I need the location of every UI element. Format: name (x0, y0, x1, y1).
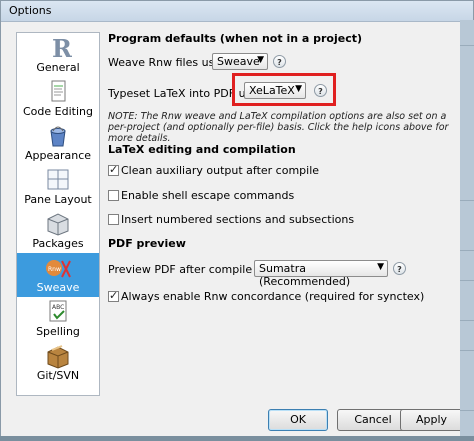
package-box-icon (47, 213, 69, 236)
paint-bucket-icon (50, 126, 66, 147)
sidebar-item-label: Code Editing (23, 105, 93, 118)
pane-layout-icon (47, 169, 69, 190)
latex-heading: LaTeX editing and compilation (108, 143, 296, 156)
ok-button[interactable]: OK (268, 409, 328, 431)
spelling-abc-icon: ABC (49, 300, 67, 322)
title-bar: Options (1, 1, 473, 22)
options-dialog: Options R General Code Editing Appearanc… (0, 0, 474, 441)
program-defaults-heading: Program defaults (when not in a project) (108, 32, 363, 45)
svg-text:ABC: ABC (52, 304, 64, 311)
chevron-down-icon: ▼ (257, 55, 264, 65)
svg-text:Rnw: Rnw (48, 266, 61, 273)
apply-button[interactable]: Apply (400, 409, 463, 431)
sidebar-item-label: Appearance (24, 149, 92, 162)
per-project-note: NOTE: The Rnw weave and LaTeX compilatio… (108, 111, 449, 144)
clean-aux-checkbox[interactable] (108, 163, 119, 176)
window-title: Options (9, 4, 52, 17)
weave-select[interactable]: Sweave ▼ (212, 53, 268, 70)
sidebar-item-pane-layout[interactable]: Pane Layout (17, 165, 99, 209)
highlight-annotation-box (232, 73, 336, 106)
sidebar-item-packages[interactable]: Packages (17, 209, 99, 253)
r-logo-icon: R (52, 35, 72, 61)
sweave-icon: Rnw (46, 260, 71, 278)
sidebar-item-git-svn[interactable]: Git/SVN (17, 341, 99, 385)
background-window-strip (460, 20, 474, 441)
numbered-sections-label: Insert numbered sections and subsections (121, 213, 355, 226)
sidebar-item-label: Sweave (36, 281, 80, 294)
background-taskbar-strip (0, 436, 474, 441)
sidebar-item-label: Packages (32, 237, 84, 250)
weave-help-icon[interactable]: ? (273, 55, 286, 68)
shell-escape-label: Enable shell escape commands (121, 189, 295, 202)
clean-aux-label: Clean auxiliary output after compile (121, 164, 320, 177)
preview-pdf-select-value: Sumatra (Recommended) (259, 262, 351, 288)
document-icon (51, 80, 66, 102)
cancel-button[interactable]: Cancel (337, 409, 409, 431)
sidebar-item-appearance[interactable]: Appearance (17, 121, 99, 165)
sidebar-item-label: General (36, 61, 80, 74)
preview-pdf-select[interactable]: Sumatra (Recommended) ▼ (254, 260, 388, 288)
pdf-preview-heading: PDF preview (108, 237, 186, 250)
shell-escape-checkbox[interactable] (108, 190, 119, 201)
sidebar-item-label: Spelling (36, 325, 80, 338)
sidebar-item-label: Git/SVN (36, 369, 80, 382)
concordance-label: Always enable Rnw concordance (required … (121, 290, 425, 303)
sidebar-item-general[interactable]: R General (17, 33, 99, 77)
numbered-sections-checkbox[interactable] (108, 214, 119, 225)
sidebar-item-code-editing[interactable]: Code Editing (17, 77, 99, 121)
preview-help-icon[interactable]: ? (393, 262, 406, 275)
sidebar-item-label: Pane Layout (24, 193, 92, 206)
git-box-icon (47, 345, 69, 369)
sidebar-item-sweave[interactable]: Rnw Sweave (17, 253, 99, 297)
concordance-checkbox[interactable] (108, 289, 119, 302)
svg-text:R: R (52, 35, 72, 61)
chevron-down-icon: ▼ (377, 262, 384, 272)
sidebar-item-spelling[interactable]: ABC Spelling (17, 297, 99, 341)
weave-select-value: Sweave (217, 55, 260, 68)
options-sidebar: R General Code Editing Appearance Pane L… (16, 32, 100, 396)
